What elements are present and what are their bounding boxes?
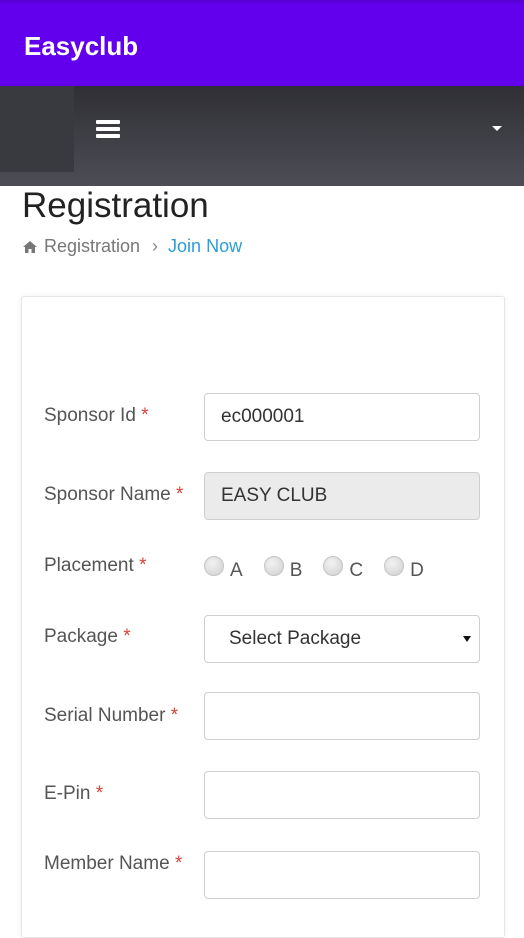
required-marker: * (170, 705, 179, 726)
app-title: Easyclub (24, 31, 139, 61)
epin-label: E-Pin * (44, 783, 104, 804)
page-title: Registration (22, 186, 209, 225)
sponsor-name-field: EASY CLUB (204, 472, 480, 520)
sponsor-id-field[interactable]: ec000001 (204, 393, 480, 441)
home-icon[interactable] (22, 239, 38, 255)
placement-radio-b[interactable]: B (263, 556, 302, 581)
placement-label: Placement * (44, 555, 147, 576)
hamburger-menu-icon[interactable] (96, 118, 122, 140)
required-marker: * (141, 405, 149, 426)
serial-number-field[interactable] (204, 692, 480, 740)
breadcrumb-home[interactable]: Registration (44, 236, 140, 257)
radio-circle[interactable] (263, 556, 284, 576)
epin-field[interactable] (204, 771, 480, 819)
sponsor-name-label: Sponsor Name * (44, 484, 184, 505)
logo-area (0, 86, 74, 172)
required-marker: * (174, 853, 183, 874)
breadcrumb-current[interactable]: Join Now (168, 236, 242, 257)
breadcrumb: Registration › Join Now (22, 236, 242, 257)
required-marker: * (176, 484, 184, 505)
required-marker: * (139, 555, 147, 576)
placement-radio-a[interactable]: A (204, 556, 243, 581)
required-marker: * (95, 783, 104, 804)
app-bar: Easyclub (0, 0, 524, 86)
placement-radio-group: A B C D (204, 556, 445, 581)
sponsor-id-label: Sponsor Id * (44, 405, 149, 426)
placement-radio-c[interactable]: C (323, 556, 363, 581)
placement-radio-d[interactable]: D (384, 556, 424, 581)
radio-circle[interactable] (384, 556, 405, 576)
dropdown-caret-icon (463, 636, 471, 642)
radio-circle[interactable] (204, 556, 224, 576)
member-name-label: Member Name * (44, 853, 183, 874)
required-marker: * (123, 626, 131, 647)
radio-circle[interactable] (323, 556, 344, 576)
chevron-down-icon[interactable] (492, 126, 502, 131)
member-name-field[interactable] (204, 851, 480, 899)
package-label: Package * (44, 626, 131, 647)
chevron-right-icon: › (152, 236, 159, 256)
package-select[interactable]: Select Package (204, 615, 480, 663)
nav-bar (0, 86, 524, 186)
serial-number-label: Serial Number * (44, 705, 179, 726)
